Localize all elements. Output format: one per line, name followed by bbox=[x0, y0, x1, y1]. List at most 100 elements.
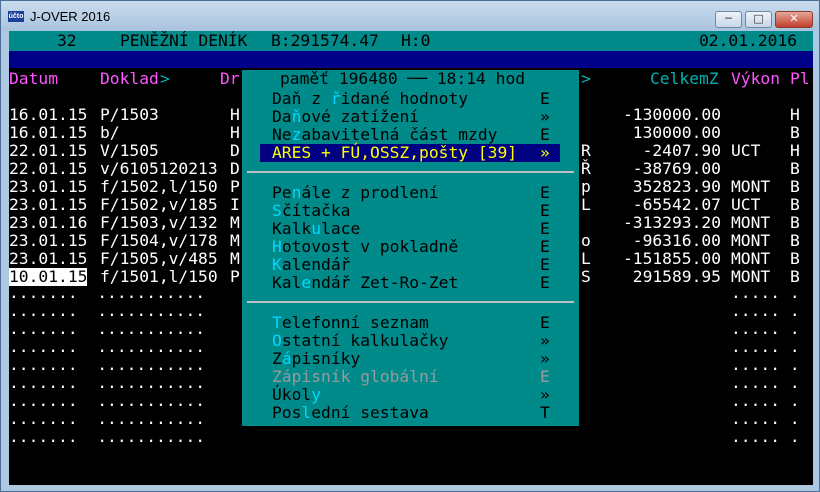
maximize-button[interactable]: □ bbox=[745, 11, 772, 28]
cell-amount: -130000.00 bbox=[622, 105, 721, 124]
cell-mark: L bbox=[581, 195, 591, 214]
menu-item[interactable]: Daň z řidané hodnoty E bbox=[272, 90, 562, 108]
cell-doc: f/1502,l/150 bbox=[100, 177, 218, 196]
cell-doc: F/1503,v/132 bbox=[100, 213, 218, 232]
cell-date: 22.01.15 bbox=[9, 141, 88, 160]
cell-doc: P/1503 bbox=[100, 105, 159, 124]
menu-label-post: statní kalkulačky bbox=[281, 331, 449, 350]
menu-hotkey: T bbox=[272, 313, 282, 332]
cell-amount: 291589.95 bbox=[632, 267, 721, 286]
menu-item[interactable]: Telefonní seznam E bbox=[272, 314, 562, 332]
col-datum[interactable]: Datum bbox=[9, 70, 58, 88]
cell-pl: H bbox=[790, 141, 800, 160]
cell-doc: F/1505,v/485 bbox=[100, 249, 218, 268]
app-icon: účto bbox=[8, 11, 24, 22]
app-window: účto J-OVER 2016 ─ □ ✕ 32 PENĚŽNÍ DENÍK … bbox=[0, 0, 820, 492]
cell-doc: b/ bbox=[100, 123, 120, 142]
menu-label-post: abavitelná část mzdy bbox=[301, 125, 498, 144]
cell-mark: o bbox=[581, 231, 591, 250]
menu-label-pre: Da bbox=[272, 107, 292, 126]
menu-item-label: Telefonní seznam bbox=[272, 314, 429, 332]
menu-label-post: alendář bbox=[281, 255, 351, 274]
empty-row-right: ..... . bbox=[731, 391, 800, 410]
menu-item-label: Daňové zatížení bbox=[272, 108, 419, 126]
empty-row-right: ..... . bbox=[731, 427, 800, 446]
cell-doc: F/1502,v/185 bbox=[100, 195, 218, 214]
cell-pl: B bbox=[790, 177, 800, 196]
h-readout: H:0 bbox=[401, 31, 431, 50]
menu-item-mark: E bbox=[540, 367, 550, 386]
menu-label-pre: Kal bbox=[272, 273, 302, 292]
cell-date: 23.01.15 bbox=[9, 231, 88, 250]
menu-label-pre: Ne bbox=[272, 125, 292, 144]
menu-label-pre: Zápisník globální bbox=[272, 367, 439, 386]
cell-pl: B bbox=[790, 249, 800, 268]
menu-item[interactable]: Hotovost v pokladně E bbox=[272, 238, 562, 256]
menu-item[interactable]: Kalendář Zet-Ro-Zet E bbox=[272, 274, 562, 292]
menu-label-pre: Z bbox=[272, 349, 282, 368]
menu-item-label: Poslední sestava bbox=[272, 404, 429, 422]
menu-hotkey: l bbox=[301, 403, 312, 422]
cell-dr: I bbox=[230, 195, 240, 214]
menu-item[interactable]: Daňové zatížení » bbox=[272, 108, 562, 126]
menu-label-pre: Pos bbox=[272, 403, 302, 422]
cell-vykon: UCT bbox=[731, 141, 761, 160]
menu-hotkey: u bbox=[311, 219, 322, 238]
menu-hotkey: y bbox=[311, 385, 322, 404]
cell-pl: B bbox=[790, 231, 800, 250]
menu-item[interactable]: Kalkulace E bbox=[272, 220, 562, 238]
cell-vykon: MONT bbox=[731, 213, 771, 232]
menu-item-mark: T bbox=[540, 403, 550, 422]
col-doklad[interactable]: Doklad bbox=[100, 70, 159, 88]
menu-item[interactable]: Nezabavitelná část mzdy E bbox=[272, 126, 562, 144]
title-bar[interactable]: účto J-OVER 2016 ─ □ ✕ bbox=[1, 1, 819, 31]
cell-pl: H bbox=[790, 105, 800, 124]
menu-item-mark: E bbox=[540, 201, 550, 220]
menu-label-post: ndář Zet-Ro-Zet bbox=[311, 273, 459, 292]
cell-date: 23.01.16 bbox=[9, 213, 88, 232]
close-button[interactable]: ✕ bbox=[775, 11, 813, 28]
col-right-arrow: > bbox=[581, 69, 591, 88]
empty-row-left: ....... ........... bbox=[9, 355, 206, 374]
cell-amount: 130000.00 bbox=[632, 123, 721, 142]
menu-item: Zápisník globální E bbox=[272, 368, 562, 386]
cell-dr: M bbox=[230, 231, 240, 250]
minimize-button[interactable]: ─ bbox=[715, 11, 742, 28]
menu-item[interactable]: Kalendář E bbox=[272, 256, 562, 274]
menu-item[interactable]: Zápisníky » bbox=[272, 350, 562, 368]
menu-item[interactable]: Poslední sestava T bbox=[272, 404, 562, 422]
menu-item[interactable]: ARES + FÚ,OSSZ,pošty [39] » bbox=[260, 144, 560, 162]
cell-date: 16.01.15 bbox=[9, 105, 88, 124]
empty-row-left: ....... ........... bbox=[9, 319, 206, 338]
menu-item-mark: E bbox=[540, 255, 550, 274]
cell-date: 23.01.15 bbox=[9, 177, 88, 196]
col-vykon[interactable]: Výkon bbox=[731, 70, 780, 88]
col-dr[interactable]: Dr bbox=[220, 70, 240, 88]
menu-separator bbox=[247, 301, 574, 303]
cell-doc: V/1505 bbox=[100, 141, 159, 160]
menu-label-post: pisníky bbox=[291, 349, 361, 368]
menu-label-post: otovost v pokladně bbox=[281, 237, 459, 256]
menu-item[interactable]: Penále z prodlení E bbox=[272, 184, 562, 202]
col-celkem[interactable]: CelkemZ bbox=[650, 70, 719, 88]
menu-item[interactable]: Sčítačka E bbox=[272, 202, 562, 220]
module-title: PENĚŽNÍ DENÍK bbox=[120, 31, 248, 50]
empty-row-right: ..... . bbox=[731, 337, 800, 356]
empty-row-left: ....... ........... bbox=[9, 337, 206, 356]
menu-label-post: ední sestava bbox=[311, 403, 429, 422]
menu-hotkey: O bbox=[272, 331, 282, 350]
menu-item-label: Nezabavitelná část mzdy bbox=[272, 126, 497, 144]
menu-item-mark: E bbox=[540, 89, 550, 108]
empty-row-right: ..... . bbox=[731, 301, 800, 320]
empty-row-left: ....... ........... bbox=[9, 283, 206, 302]
menu-item[interactable]: Ostatní kalkulačky » bbox=[272, 332, 562, 350]
menu-label-post: ové zatížení bbox=[301, 107, 420, 126]
cell-dr: H bbox=[230, 123, 240, 142]
menu-item[interactable]: Úkoly » bbox=[272, 386, 562, 404]
menu-item-label: Sčítačka bbox=[272, 202, 350, 220]
menu-item-mark: E bbox=[540, 219, 550, 238]
cell-mark: Ř bbox=[581, 159, 591, 178]
menu-item-mark: » bbox=[540, 331, 550, 350]
cell-amount: -65542.07 bbox=[632, 195, 721, 214]
col-pl[interactable]: Pl bbox=[790, 70, 810, 88]
